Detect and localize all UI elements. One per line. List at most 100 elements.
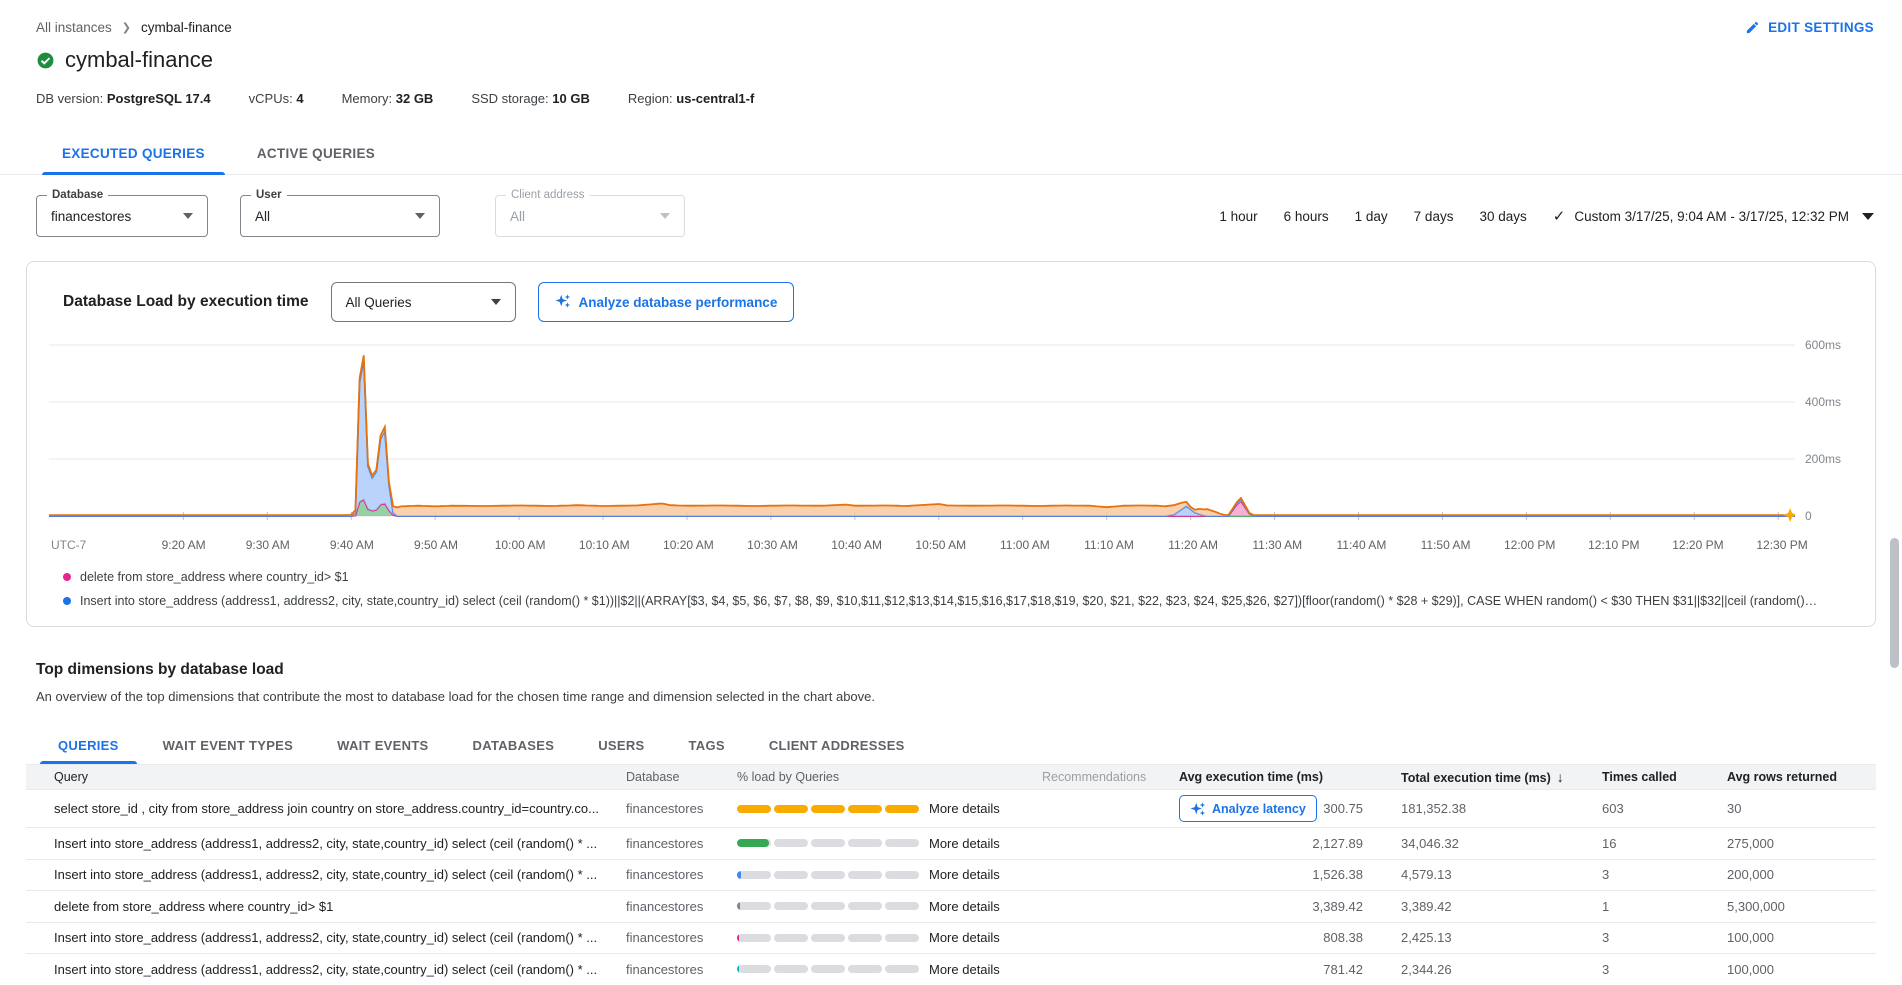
queries-filter-value: All Queries [346,295,412,310]
row-load-bar-cell [737,900,929,912]
x-tick-label: 11:10 AM [1084,538,1134,552]
row-recommendation [1042,936,1179,940]
col-database[interactable]: Database [626,768,737,786]
edit-settings-label: EDIT SETTINGS [1768,20,1874,35]
queries-table-header: Query Database % load by Queries Recomme… [26,764,1876,790]
chart-end-marker [1783,508,1795,522]
dim-tab-databases[interactable]: DATABASES [451,726,577,764]
row-recommendation [1042,967,1179,971]
row-total-exec-value: 3,389.42 [1401,897,1602,916]
x-tick-label: 9:20 AM [162,538,206,552]
dim-tab-client-addresses[interactable]: CLIENT ADDRESSES [747,726,927,764]
y-tick-label: 200ms [1805,452,1841,466]
load-chart-svg [49,336,1795,536]
row-avg-rows-returned: 100,000 [1727,928,1876,947]
row-database: financestores [626,897,737,916]
table-row: Insert into store_address (address1, add… [26,923,1876,955]
legend-item[interactable]: Insert into store_address (address1, add… [63,594,1853,608]
breadcrumb-current: cymbal-finance [141,20,232,35]
col-avg-rows[interactable]: Avg rows returned [1727,768,1876,786]
more-details-link[interactable]: More details [929,865,1042,884]
col-recommendations[interactable]: Recommendations [1042,768,1179,786]
query-insights-page: All instances ❯ cymbal-finance EDIT SETT… [0,0,1902,985]
col-load[interactable]: % load by Queries [737,768,929,786]
scrollbar-thumb[interactable] [1890,538,1899,668]
load-chart-plot[interactable] [49,336,1795,536]
load-percentage-bar [737,805,919,813]
dim-tab-wait-events[interactable]: WAIT EVENTS [315,726,450,764]
row-load-bar-cell [737,803,929,815]
legend-item[interactable]: delete from store_address where country_… [63,570,1853,584]
row-database: financestores [626,799,737,818]
row-database: financestores [626,865,737,884]
queries-table: Query Database % load by Queries Recomme… [26,764,1876,985]
x-axis-labels: UTC-79:20 AM9:30 AM9:40 AM9:50 AM10:00 A… [49,538,1853,556]
sort-descending-icon[interactable]: ↓ [1557,769,1564,785]
tab-active-queries[interactable]: ACTIVE QUERIES [231,132,401,174]
analyze-database-performance-label: Analyze database performance [579,295,778,310]
load-bar-segment [811,871,845,879]
spark-icon [555,293,571,312]
table-row: Insert into store_address (address1, add… [26,828,1876,860]
time-range-1-day[interactable]: 1 day [1355,209,1388,224]
client-address-filter-select: Client address All [495,195,685,237]
client-address-filter-label: Client address [506,189,590,201]
tab-executed-queries[interactable]: EXECUTED QUERIES [36,132,231,174]
dim-tab-queries[interactable]: QUERIES [36,726,141,764]
load-bar-segment [737,902,771,910]
row-avg-exec-value: 2,127.89 [1312,836,1363,851]
user-filter-select[interactable]: User All [240,195,440,237]
row-query-text: Insert into store_address (address1, add… [26,928,626,947]
col-avg-exec[interactable]: Avg execution time (ms) [1179,768,1401,786]
time-range-6-hours[interactable]: 6 hours [1284,209,1329,224]
time-range-custom-label: Custom 3/17/25, 9:04 AM - 3/17/25, 12:32… [1574,209,1849,224]
analyze-database-performance-button[interactable]: Analyze database performance [538,282,795,322]
load-bar-segment [885,902,919,910]
col-total-exec[interactable]: Total execution time (ms)↓ [1401,767,1602,787]
edit-settings-button[interactable]: EDIT SETTINGS [1745,20,1874,35]
x-axis-timezone-label: UTC-7 [51,538,86,552]
breadcrumb-all-instances[interactable]: All instances [36,20,112,35]
queries-filter-select[interactable]: All Queries [331,282,516,322]
more-details-link[interactable]: More details [929,960,1042,979]
dim-tab-tags[interactable]: TAGS [667,726,747,764]
breadcrumb-separator-icon: ❯ [122,21,131,34]
time-range-7-days[interactable]: 7 days [1414,209,1454,224]
row-query-text: Insert into store_address (address1, add… [26,865,626,884]
more-details-link[interactable]: More details [929,928,1042,947]
time-range-1-hour[interactable]: 1 hour [1219,209,1257,224]
load-bar-segment [811,965,845,973]
time-range-custom[interactable]: ✓ Custom 3/17/25, 9:04 AM - 3/17/25, 12:… [1553,207,1874,225]
load-bar-segment [774,839,808,847]
x-tick-label: 12:10 PM [1588,538,1639,552]
row-load-bar-cell [737,869,929,881]
x-tick-label: 9:30 AM [246,538,290,552]
analyze-latency-button[interactable]: Analyze latency [1179,795,1317,822]
database-filter-select[interactable]: Database financestores [36,195,208,237]
row-load-bar-cell [737,932,929,944]
more-details-link[interactable]: More details [929,834,1042,853]
row-times-called: 603 [1602,799,1727,818]
dim-tab-wait-event-types[interactable]: WAIT EVENT TYPES [141,726,315,764]
load-bar-segment [885,805,919,813]
col-times-called[interactable]: Times called [1602,768,1727,786]
load-chart: 0200ms400ms600ms [49,336,1853,536]
dim-tab-users[interactable]: USERS [576,726,666,764]
load-bar-segment [737,805,771,813]
load-bar-segment [737,934,771,942]
col-query[interactable]: Query [26,768,626,786]
page-title: cymbal-finance [65,47,213,73]
x-tick-label: 11:40 AM [1337,538,1387,552]
load-bar-segment [774,805,808,813]
load-bar-segment [774,965,808,973]
chevron-down-icon [183,213,193,219]
more-details-link[interactable]: More details [929,897,1042,916]
more-details-link[interactable]: More details [929,799,1042,818]
top-dimensions-section: Top dimensions by database load An overv… [36,661,1876,764]
row-query-text: delete from store_address where country_… [26,897,626,916]
queries-table-body: select store_id , city from store_addres… [26,790,1876,985]
time-range-30-days[interactable]: 30 days [1479,209,1526,224]
check-icon: ✓ [1553,207,1566,225]
info-db-version: DB version: PostgreSQL 17.4 [36,91,211,106]
row-avg-exec-value: 781.42 [1323,962,1363,977]
